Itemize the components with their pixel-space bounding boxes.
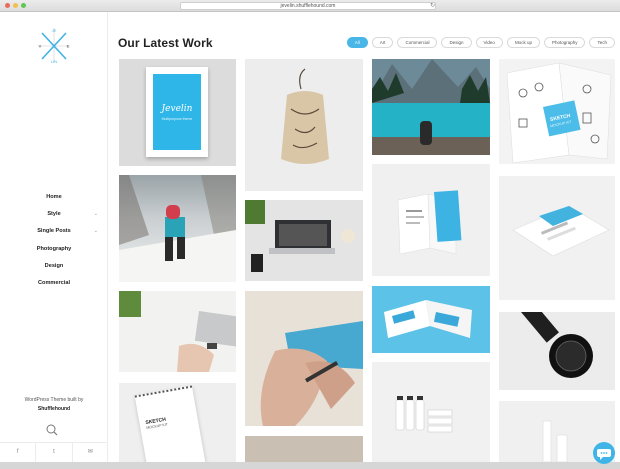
title-bold: Latest Work: [143, 36, 213, 50]
main-navigation: Home Style ⌄ Single Posts ⌄ Photography De…: [0, 189, 108, 292]
reload-icon[interactable]: ↻: [430, 2, 435, 10]
portfolio-item-isometric-site[interactable]: [499, 176, 615, 300]
logo-letters-bottom: LIN: [51, 59, 57, 64]
portfolio-item-bag-mockup[interactable]: [245, 59, 363, 191]
minimize-window-icon[interactable]: [13, 3, 18, 8]
laptop-hands-photo: [119, 291, 236, 372]
logo-letters-left: V: [39, 44, 42, 49]
portfolio-item-watch[interactable]: [499, 312, 615, 390]
notebook: SKETCH MOCKUP KIT: [134, 385, 206, 462]
page-title: Our Latest Work: [118, 36, 213, 50]
nav-item-style[interactable]: Style ⌄: [0, 206, 108, 223]
filter-tech[interactable]: Tech: [589, 37, 615, 48]
portfolio-item-laptop-hands[interactable]: [119, 291, 236, 372]
nav-item-design[interactable]: Design: [0, 258, 108, 275]
filter-photography[interactable]: Photography: [543, 37, 586, 48]
address-bar-text: jevelin.shufflehound.com: [280, 3, 336, 9]
chevron-down-icon[interactable]: ⌄: [94, 223, 98, 240]
sketch-brochure-photo: [506, 62, 612, 164]
portfolio-item-sketch-brochure[interactable]: SKETCH MOCKUP KIT: [499, 59, 615, 164]
window-controls: [5, 3, 26, 8]
filter-video[interactable]: Video: [475, 37, 503, 48]
credit-author-link[interactable]: Shufflehound: [38, 406, 70, 412]
chat-bubble-icon: [597, 449, 611, 460]
portfolio-item-laptop-desk[interactable]: [245, 200, 363, 281]
nav-item-photography[interactable]: Photography: [0, 241, 108, 258]
address-bar[interactable]: jevelin.shufflehound.com: [180, 2, 436, 10]
portfolio-item-snow-hike[interactable]: [119, 175, 236, 282]
sidebar: JE V E LIN Home Style ⌄ Single Posts ⌄ Pho…: [0, 12, 108, 462]
poster-brand: Jevelin: [161, 104, 193, 114]
mail-icon[interactable]: ✉: [73, 443, 108, 462]
maximize-window-icon[interactable]: [21, 3, 26, 8]
nav-item-commercial[interactable]: Commercial: [0, 275, 108, 292]
facebook-icon[interactable]: f: [0, 443, 37, 462]
filter-design[interactable]: Design: [441, 37, 472, 48]
nav-item-home[interactable]: Home: [0, 189, 108, 206]
credit-text: WordPress Theme built by: [24, 397, 84, 403]
nav-item-single-posts[interactable]: Single Posts ⌄: [0, 223, 108, 240]
portfolio-item-sketch-notebook[interactable]: SKETCH MOCKUP KIT: [119, 383, 236, 462]
craft-hands-photo: [260, 321, 363, 426]
portfolio-item-website-mockup[interactable]: [372, 286, 490, 353]
filter-art[interactable]: Art: [371, 37, 394, 48]
lake-photo: [372, 59, 490, 155]
website-page: JE V E LIN Home Style ⌄ Single Posts ⌄ Pho…: [0, 12, 620, 464]
snow-hike-photo: [119, 175, 236, 282]
theme-credit: WordPress Theme built by Shufflehound: [0, 396, 108, 414]
sidebar-footer: f t ✉: [0, 442, 108, 462]
close-window-icon[interactable]: [5, 3, 10, 8]
watch-photo: [521, 312, 593, 378]
filter-commercial[interactable]: Commercial: [397, 37, 438, 48]
search-icon[interactable]: [44, 423, 60, 437]
poster-frame: Jevelin Multipurpose theme: [146, 67, 208, 157]
portfolio-item-lake[interactable]: [372, 59, 490, 155]
portfolio-item-partial[interactable]: [245, 436, 363, 462]
nav-item-label: Photography: [36, 245, 72, 252]
nav-item-label: Home: [46, 194, 62, 200]
portfolio-item-craft-hands[interactable]: [245, 291, 363, 426]
site-logo[interactable]: JE V E LIN: [36, 26, 72, 64]
portfolio-main: Our Latest Work All Art Commercial Desig…: [108, 12, 620, 462]
website-mockup-photo: [384, 300, 472, 338]
logo-letters-top: JE: [52, 28, 57, 33]
brochure-photo: [397, 190, 462, 255]
portfolio-item-bottles[interactable]: [372, 362, 490, 462]
bottles-photo: [395, 396, 453, 433]
portfolio-item-poster[interactable]: Jevelin Multipurpose theme: [119, 59, 236, 166]
chevron-down-icon[interactable]: ⌄: [94, 206, 98, 223]
chat-button[interactable]: [593, 442, 615, 464]
laptop-desk-photo: [245, 200, 355, 272]
bag-mockup-photo: [281, 68, 329, 164]
title-light: Our: [118, 36, 140, 50]
nav-item-label: Commercial: [37, 279, 71, 286]
notebook-spiral: [134, 385, 193, 400]
nav-item-label: Single Posts: [37, 228, 71, 235]
poster-tagline: Multipurpose theme: [161, 117, 193, 121]
portfolio-filters: All Art Commercial Design Video Mock up …: [346, 37, 615, 48]
isometric-site-photo: [512, 205, 610, 257]
browser-chrome: jevelin.shufflehound.com ↻: [0, 0, 620, 12]
nav-item-label: Style: [47, 211, 61, 218]
filter-all[interactable]: All: [346, 37, 368, 48]
portfolio-item-brochure[interactable]: [372, 164, 490, 276]
twitter-icon[interactable]: t: [36, 443, 73, 462]
nav-item-label: Design: [44, 262, 64, 269]
poster-image: Jevelin Multipurpose theme: [153, 74, 201, 150]
logo-letters-right: E: [67, 44, 70, 49]
filter-mock-up[interactable]: Mock up: [506, 37, 540, 48]
